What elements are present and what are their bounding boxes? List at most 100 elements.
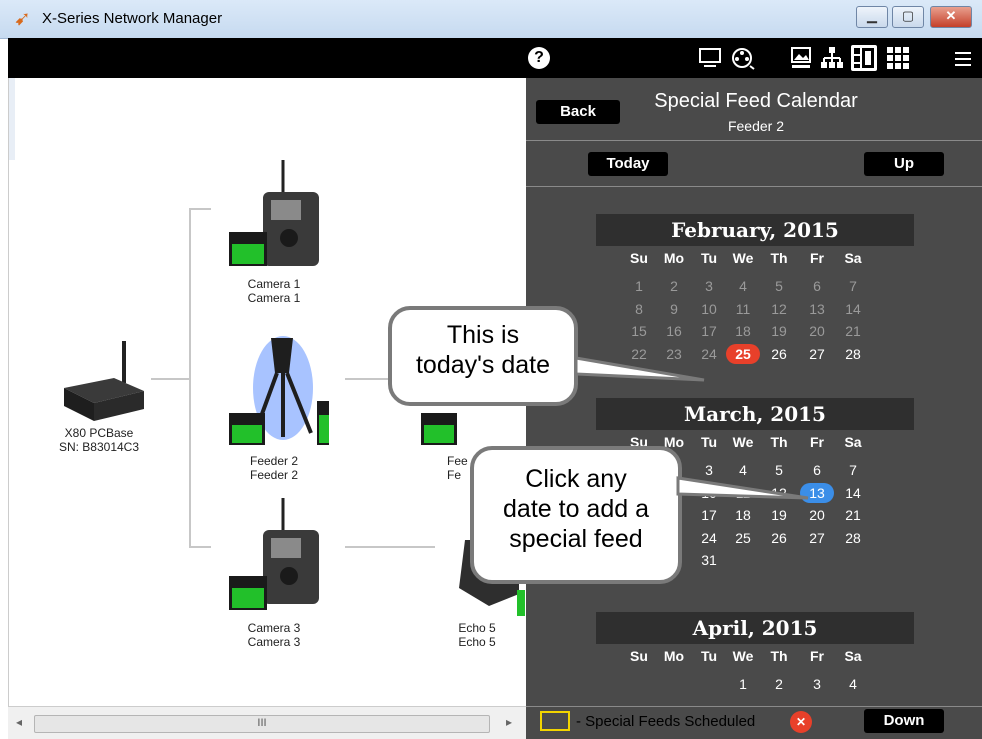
- calendar-day[interactable]: 28: [838, 528, 868, 548]
- minimize-button[interactable]: ▁: [856, 6, 888, 28]
- device-feeder-2[interactable]: Feeder 2 Feeder 2: [219, 333, 331, 482]
- calendar-day[interactable]: 17: [694, 321, 724, 341]
- weekday-label: We: [732, 434, 754, 450]
- weekday-label: Th: [770, 434, 788, 450]
- calendar-day[interactable]: 6: [802, 276, 832, 296]
- feeder2-name: Feeder 2: [249, 454, 299, 468]
- calendar-day[interactable]: 13: [802, 299, 832, 319]
- calendar-day[interactable]: 15: [624, 321, 654, 341]
- device-camera-3[interactable]: Camera 3 Camera 3: [219, 496, 329, 649]
- calendar-day[interactable]: 14: [838, 299, 868, 319]
- calendar-day[interactable]: 1: [624, 276, 654, 296]
- feeder2-subname: Feeder 2: [249, 468, 299, 482]
- calendar-day[interactable]: 28: [838, 344, 868, 364]
- weekday-label: Sa: [844, 648, 862, 664]
- device-camera-1[interactable]: Camera 1 Camera 1: [219, 158, 329, 305]
- calendar-day[interactable]: 26: [764, 528, 794, 548]
- network-tree-icon[interactable]: [820, 46, 844, 70]
- maximize-button[interactable]: ▢: [892, 6, 924, 28]
- echo5-name: Echo 5: [458, 621, 496, 635]
- image-gallery-icon[interactable]: [790, 46, 812, 70]
- film-reel-icon[interactable]: [730, 46, 756, 70]
- calendar-day[interactable]: 3: [802, 674, 832, 694]
- device-base[interactable]: X80 PCBase SN: B83014C3: [39, 333, 159, 454]
- calendar-panel: Back Special Feed Calendar Feeder 2 Toda…: [388, 78, 982, 706]
- weekday-label: Tu: [700, 648, 718, 664]
- back-button[interactable]: Back: [536, 100, 620, 124]
- calendar-day[interactable]: 27: [802, 528, 832, 548]
- grid-view-icon[interactable]: [886, 46, 910, 70]
- calendar-day[interactable]: 12: [764, 299, 794, 319]
- connector-bottom: [189, 546, 211, 548]
- calendar-day[interactable]: 11: [728, 299, 758, 319]
- calendar-day[interactable]: 2: [659, 276, 689, 296]
- scroll-left-icon[interactable]: ◂: [16, 715, 22, 729]
- calendar-day[interactable]: 3: [694, 276, 724, 296]
- callout-today-pointer: [574, 356, 705, 382]
- calendar-day[interactable]: 10: [694, 299, 724, 319]
- calendar-day[interactable]: 25: [728, 528, 758, 548]
- calendar-day-today[interactable]: 25: [726, 343, 760, 364]
- base-serial: SN: B83014C3: [58, 440, 140, 454]
- calendar-day[interactable]: 24: [694, 528, 724, 548]
- close-button[interactable]: ✕: [930, 6, 972, 28]
- weekday-label: Th: [770, 250, 788, 266]
- toolbar: ?: [8, 38, 982, 78]
- calendar-day[interactable]: 21: [838, 505, 868, 525]
- month-header: February, 2015: [596, 214, 914, 246]
- calendar-day[interactable]: 20: [802, 321, 832, 341]
- calendar-day[interactable]: 21: [838, 321, 868, 341]
- weekday-label: Th: [770, 648, 788, 664]
- calendar-day[interactable]: 1: [728, 674, 758, 694]
- weekday-label: Tu: [700, 250, 718, 266]
- calendar-day[interactable]: 26: [764, 344, 794, 364]
- menu-icon[interactable]: [954, 50, 972, 68]
- panel-subtitle: Feeder 2: [727, 118, 785, 134]
- calendar-day[interactable]: 7: [838, 460, 868, 480]
- connector-echo: [345, 546, 435, 548]
- clear-schedule-icon[interactable]: ✕: [790, 711, 812, 733]
- scroll-right-icon[interactable]: ▸: [506, 715, 512, 729]
- pcbase-icon: [64, 341, 144, 421]
- weekday-label: Su: [630, 250, 648, 266]
- horizontal-scrollbar[interactable]: ◂ III ▸: [8, 706, 526, 739]
- calendar-day[interactable]: 2: [764, 674, 794, 694]
- camera3-name: Camera 3: [247, 621, 301, 635]
- weekday-label: Fr: [810, 250, 824, 266]
- help-button[interactable]: ?: [528, 47, 550, 69]
- weekday-label: Fr: [810, 648, 824, 664]
- calendar-day[interactable]: 9: [659, 299, 689, 319]
- calendar-day[interactable]: 7: [838, 276, 868, 296]
- today-button[interactable]: Today: [588, 152, 668, 176]
- camera-icon: [229, 160, 319, 266]
- separator: [526, 140, 982, 141]
- weekday-label: We: [732, 250, 754, 266]
- calendar-day[interactable]: 31: [694, 550, 724, 570]
- calendar-day[interactable]: 18: [728, 321, 758, 341]
- calendar-day[interactable]: 5: [764, 276, 794, 296]
- panel-title: Special Feed Calendar: [654, 90, 858, 112]
- separator: [526, 186, 982, 187]
- scroll-thumb[interactable]: III: [34, 715, 490, 733]
- weekday-label: Sa: [844, 434, 862, 450]
- up-button[interactable]: Up: [864, 152, 944, 176]
- legend-label: - Special Feeds Scheduled: [576, 713, 756, 730]
- feeder-icon: [229, 336, 331, 445]
- base-name: X80 PCBase: [64, 426, 134, 440]
- weekday-label: We: [732, 648, 754, 664]
- calendar-day[interactable]: 14: [838, 483, 868, 503]
- callout-click-date: Click any date to add a special feed: [470, 446, 682, 584]
- down-button[interactable]: Down: [864, 709, 944, 733]
- calendar-day[interactable]: 4: [838, 674, 868, 694]
- calendar-day[interactable]: 4: [728, 276, 758, 296]
- weekday-label: Fr: [810, 434, 824, 450]
- calendar-day[interactable]: 19: [764, 321, 794, 341]
- title-bar: ➹ X-Series Network Manager ▁ ▢ ✕: [0, 0, 982, 39]
- calendar-view-icon[interactable]: [850, 44, 878, 72]
- weekday-label: Sa: [844, 250, 862, 266]
- monitor-icon[interactable]: [698, 47, 722, 69]
- camera1-name: Camera 1: [247, 277, 301, 291]
- calendar-day[interactable]: 16: [659, 321, 689, 341]
- calendar-day[interactable]: 8: [624, 299, 654, 319]
- calendar-day[interactable]: 27: [802, 344, 832, 364]
